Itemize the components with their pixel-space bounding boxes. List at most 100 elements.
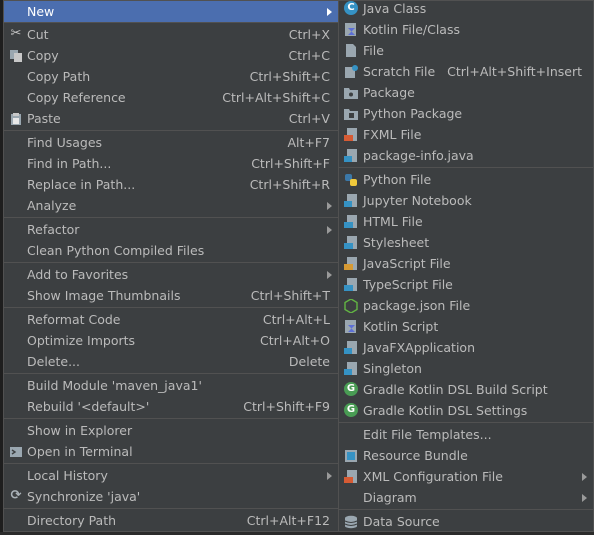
menu-item-label: Show Image Thumbnails [27, 288, 181, 303]
menu-item-delete[interactable]: Delete... Delete [4, 351, 338, 372]
submenu-arrow-icon [327, 8, 332, 16]
menu-item-clean-python[interactable]: Clean Python Compiled Files [4, 240, 338, 261]
shortcut: Alt+F7 [287, 135, 330, 150]
shortcut: Ctrl+Shift+C [249, 69, 330, 84]
menu-item-label: Python Package [363, 106, 463, 121]
separator [4, 22, 338, 23]
menu-item-copy-path[interactable]: Copy Path Ctrl+Shift+C [4, 66, 338, 87]
menu-item-label: Kotlin Script [363, 319, 439, 334]
menu-item-new[interactable]: New [4, 1, 338, 22]
java-class-icon: C [344, 1, 358, 15]
menu-item-rebuild[interactable]: Rebuild '<default>' Ctrl+Shift+F9 [4, 396, 338, 417]
menu-item-show-explorer[interactable]: Show in Explorer [4, 420, 338, 441]
menu-item-label: Synchronize 'java' [27, 489, 141, 504]
css-file-icon [344, 235, 358, 249]
menu-item-reformat-code[interactable]: Reformat Code Ctrl+Alt+L [4, 309, 338, 330]
menu-item-local-history[interactable]: Local History [4, 465, 338, 486]
menu-item-find-usages[interactable]: Find Usages Alt+F7 [4, 132, 338, 153]
submenu-item-javascript-file[interactable]: JavaScript File [339, 253, 593, 274]
submenu-item-kotlin-script[interactable]: Kotlin Script [339, 316, 593, 337]
database-icon [344, 514, 358, 529]
resource-bundle-icon [344, 448, 358, 462]
menu-item-label: Rebuild '<default>' [27, 399, 150, 414]
menu-item-find-in-path[interactable]: Find in Path... Ctrl+Shift+F [4, 153, 338, 174]
menu-item-replace-in-path[interactable]: Replace in Path... Ctrl+Shift+R [4, 174, 338, 195]
submenu-item-html-file[interactable]: HTML File [339, 211, 593, 232]
javafx-icon [344, 340, 358, 354]
submenu-item-scratch-file[interactable]: Scratch File Ctrl+Alt+Shift+Insert [339, 61, 593, 82]
submenu-item-resource-bundle[interactable]: Resource Bundle [339, 445, 593, 466]
submenu-item-diagram[interactable]: Diagram [339, 487, 593, 508]
submenu-arrow-icon [327, 472, 332, 480]
submenu-item-package-info[interactable]: package-info.java [339, 145, 593, 166]
menu-item-synchronize[interactable]: ⟳ Synchronize 'java' [4, 486, 338, 507]
submenu-item-singleton[interactable]: Singleton [339, 358, 593, 379]
submenu-item-fxml-file[interactable]: FXML File [339, 124, 593, 145]
copy-icon [9, 48, 23, 62]
python-package-icon [344, 106, 358, 120]
submenu-item-kotlin-file[interactable]: Kotlin File/Class [339, 19, 593, 40]
menu-item-label: Diagram [363, 490, 417, 505]
separator [4, 217, 338, 218]
shortcut: Ctrl+Alt+F12 [246, 513, 330, 528]
html-file-icon [344, 214, 358, 228]
submenu-item-xml-config[interactable]: XML Configuration File [339, 466, 593, 487]
shortcut: Delete [288, 354, 330, 369]
submenu-item-package-json[interactable]: package.json File [339, 295, 593, 316]
menu-item-label: Copy [27, 48, 59, 63]
menu-item-optimize-imports[interactable]: Optimize Imports Ctrl+Alt+O [4, 330, 338, 351]
menu-item-paste[interactable]: Paste Ctrl+V [4, 108, 338, 129]
menu-item-build-module[interactable]: Build Module 'maven_java1' [4, 375, 338, 396]
menu-item-copy-reference[interactable]: Copy Reference Ctrl+Alt+Shift+C [4, 87, 338, 108]
menu-item-add-favorites[interactable]: Add to Favorites [4, 264, 338, 285]
menu-item-directory-path[interactable]: Directory Path Ctrl+Alt+F12 [4, 510, 338, 531]
shortcut: Ctrl+X [288, 27, 330, 42]
menu-item-label: Local History [27, 468, 108, 483]
submenu-item-javafx-app[interactable]: JavaFXApplication [339, 337, 593, 358]
submenu-item-jupyter-notebook[interactable]: Jupyter Notebook [339, 190, 593, 211]
separator [339, 422, 593, 423]
menu-item-label: TypeScript File [363, 277, 453, 292]
shortcut: Ctrl+Shift+R [249, 177, 330, 192]
menu-item-label: Reformat Code [27, 312, 121, 327]
menu-item-open-terminal[interactable]: Open in Terminal [4, 441, 338, 462]
submenu-arrow-icon [582, 494, 587, 502]
xml-file-icon [344, 469, 358, 483]
menu-item-label: Open in Terminal [27, 444, 133, 459]
menu-item-analyze[interactable]: Analyze [4, 195, 338, 216]
package-folder-icon [344, 85, 358, 99]
shortcut: Ctrl+C [288, 48, 330, 63]
menu-item-label: Delete... [27, 354, 80, 369]
terminal-icon [9, 444, 23, 458]
menu-item-label: Show in Explorer [27, 423, 133, 438]
submenu-item-python-file[interactable]: Python File [339, 169, 593, 190]
menu-item-label: Build Module 'maven_java1' [27, 378, 202, 393]
menu-item-refactor[interactable]: Refactor [4, 219, 338, 240]
separator [4, 418, 338, 419]
submenu-item-java-class[interactable]: C Java Class [339, 0, 593, 19]
submenu-item-file[interactable]: File [339, 40, 593, 61]
menu-item-label: Gradle Kotlin DSL Build Script [363, 382, 548, 397]
submenu-item-edit-templates[interactable]: Edit File Templates... [339, 424, 593, 445]
menu-item-cut[interactable]: ✂ Cut Ctrl+X [4, 24, 338, 45]
submenu-item-stylesheet[interactable]: Stylesheet [339, 232, 593, 253]
submenu-item-gradle-settings[interactable]: G Gradle Kotlin DSL Settings [339, 400, 593, 421]
submenu-item-data-source[interactable]: Data Source [339, 511, 593, 532]
submenu-arrow-icon [327, 271, 332, 279]
submenu-item-python-package[interactable]: Python Package [339, 103, 593, 124]
menu-item-copy[interactable]: Copy Ctrl+C [4, 45, 338, 66]
menu-item-show-thumbnails[interactable]: Show Image Thumbnails Ctrl+Shift+T [4, 285, 338, 306]
submenu-item-typescript-file[interactable]: TypeScript File [339, 274, 593, 295]
refresh-icon: ⟳ [10, 488, 22, 503]
npm-icon [344, 298, 358, 314]
submenu-item-gradle-build[interactable]: G Gradle Kotlin DSL Build Script [339, 379, 593, 400]
menu-item-label: FXML File [363, 127, 422, 142]
menu-item-label: XML Configuration File [363, 469, 503, 484]
shortcut: Ctrl+Shift+F [251, 156, 330, 171]
menu-item-label: Clean Python Compiled Files [27, 243, 205, 258]
shortcut: Ctrl+Alt+Shift+Insert [447, 64, 582, 79]
menu-item-label: Jupyter Notebook [363, 193, 472, 208]
context-menu: New ✂ Cut Ctrl+X Copy Ctrl+C Copy Path C… [3, 0, 339, 532]
submenu-item-package[interactable]: Package [339, 82, 593, 103]
menu-item-label: Resource Bundle [363, 448, 468, 463]
